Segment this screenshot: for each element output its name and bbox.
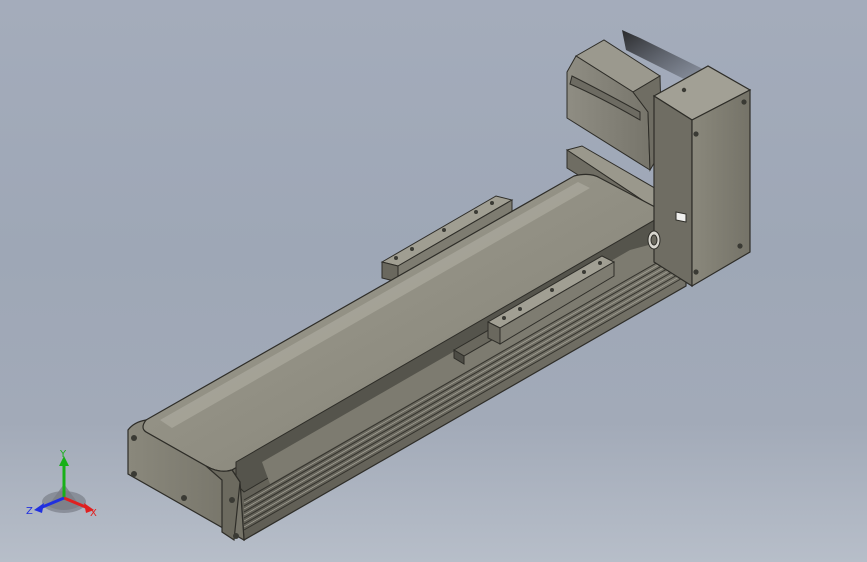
cad-model-linear-actuator[interactable]: [0, 0, 867, 562]
orientation-triad[interactable]: Y X Z: [26, 448, 102, 520]
z-axis-arrow-icon: [34, 503, 44, 513]
y-axis-label: Y: [59, 449, 67, 460]
graphics-viewport[interactable]: Y X Z: [0, 0, 867, 562]
x-axis-label: X: [90, 508, 97, 519]
coupling-housing[interactable]: [652, 65, 752, 288]
z-axis-label: Z: [26, 506, 33, 517]
